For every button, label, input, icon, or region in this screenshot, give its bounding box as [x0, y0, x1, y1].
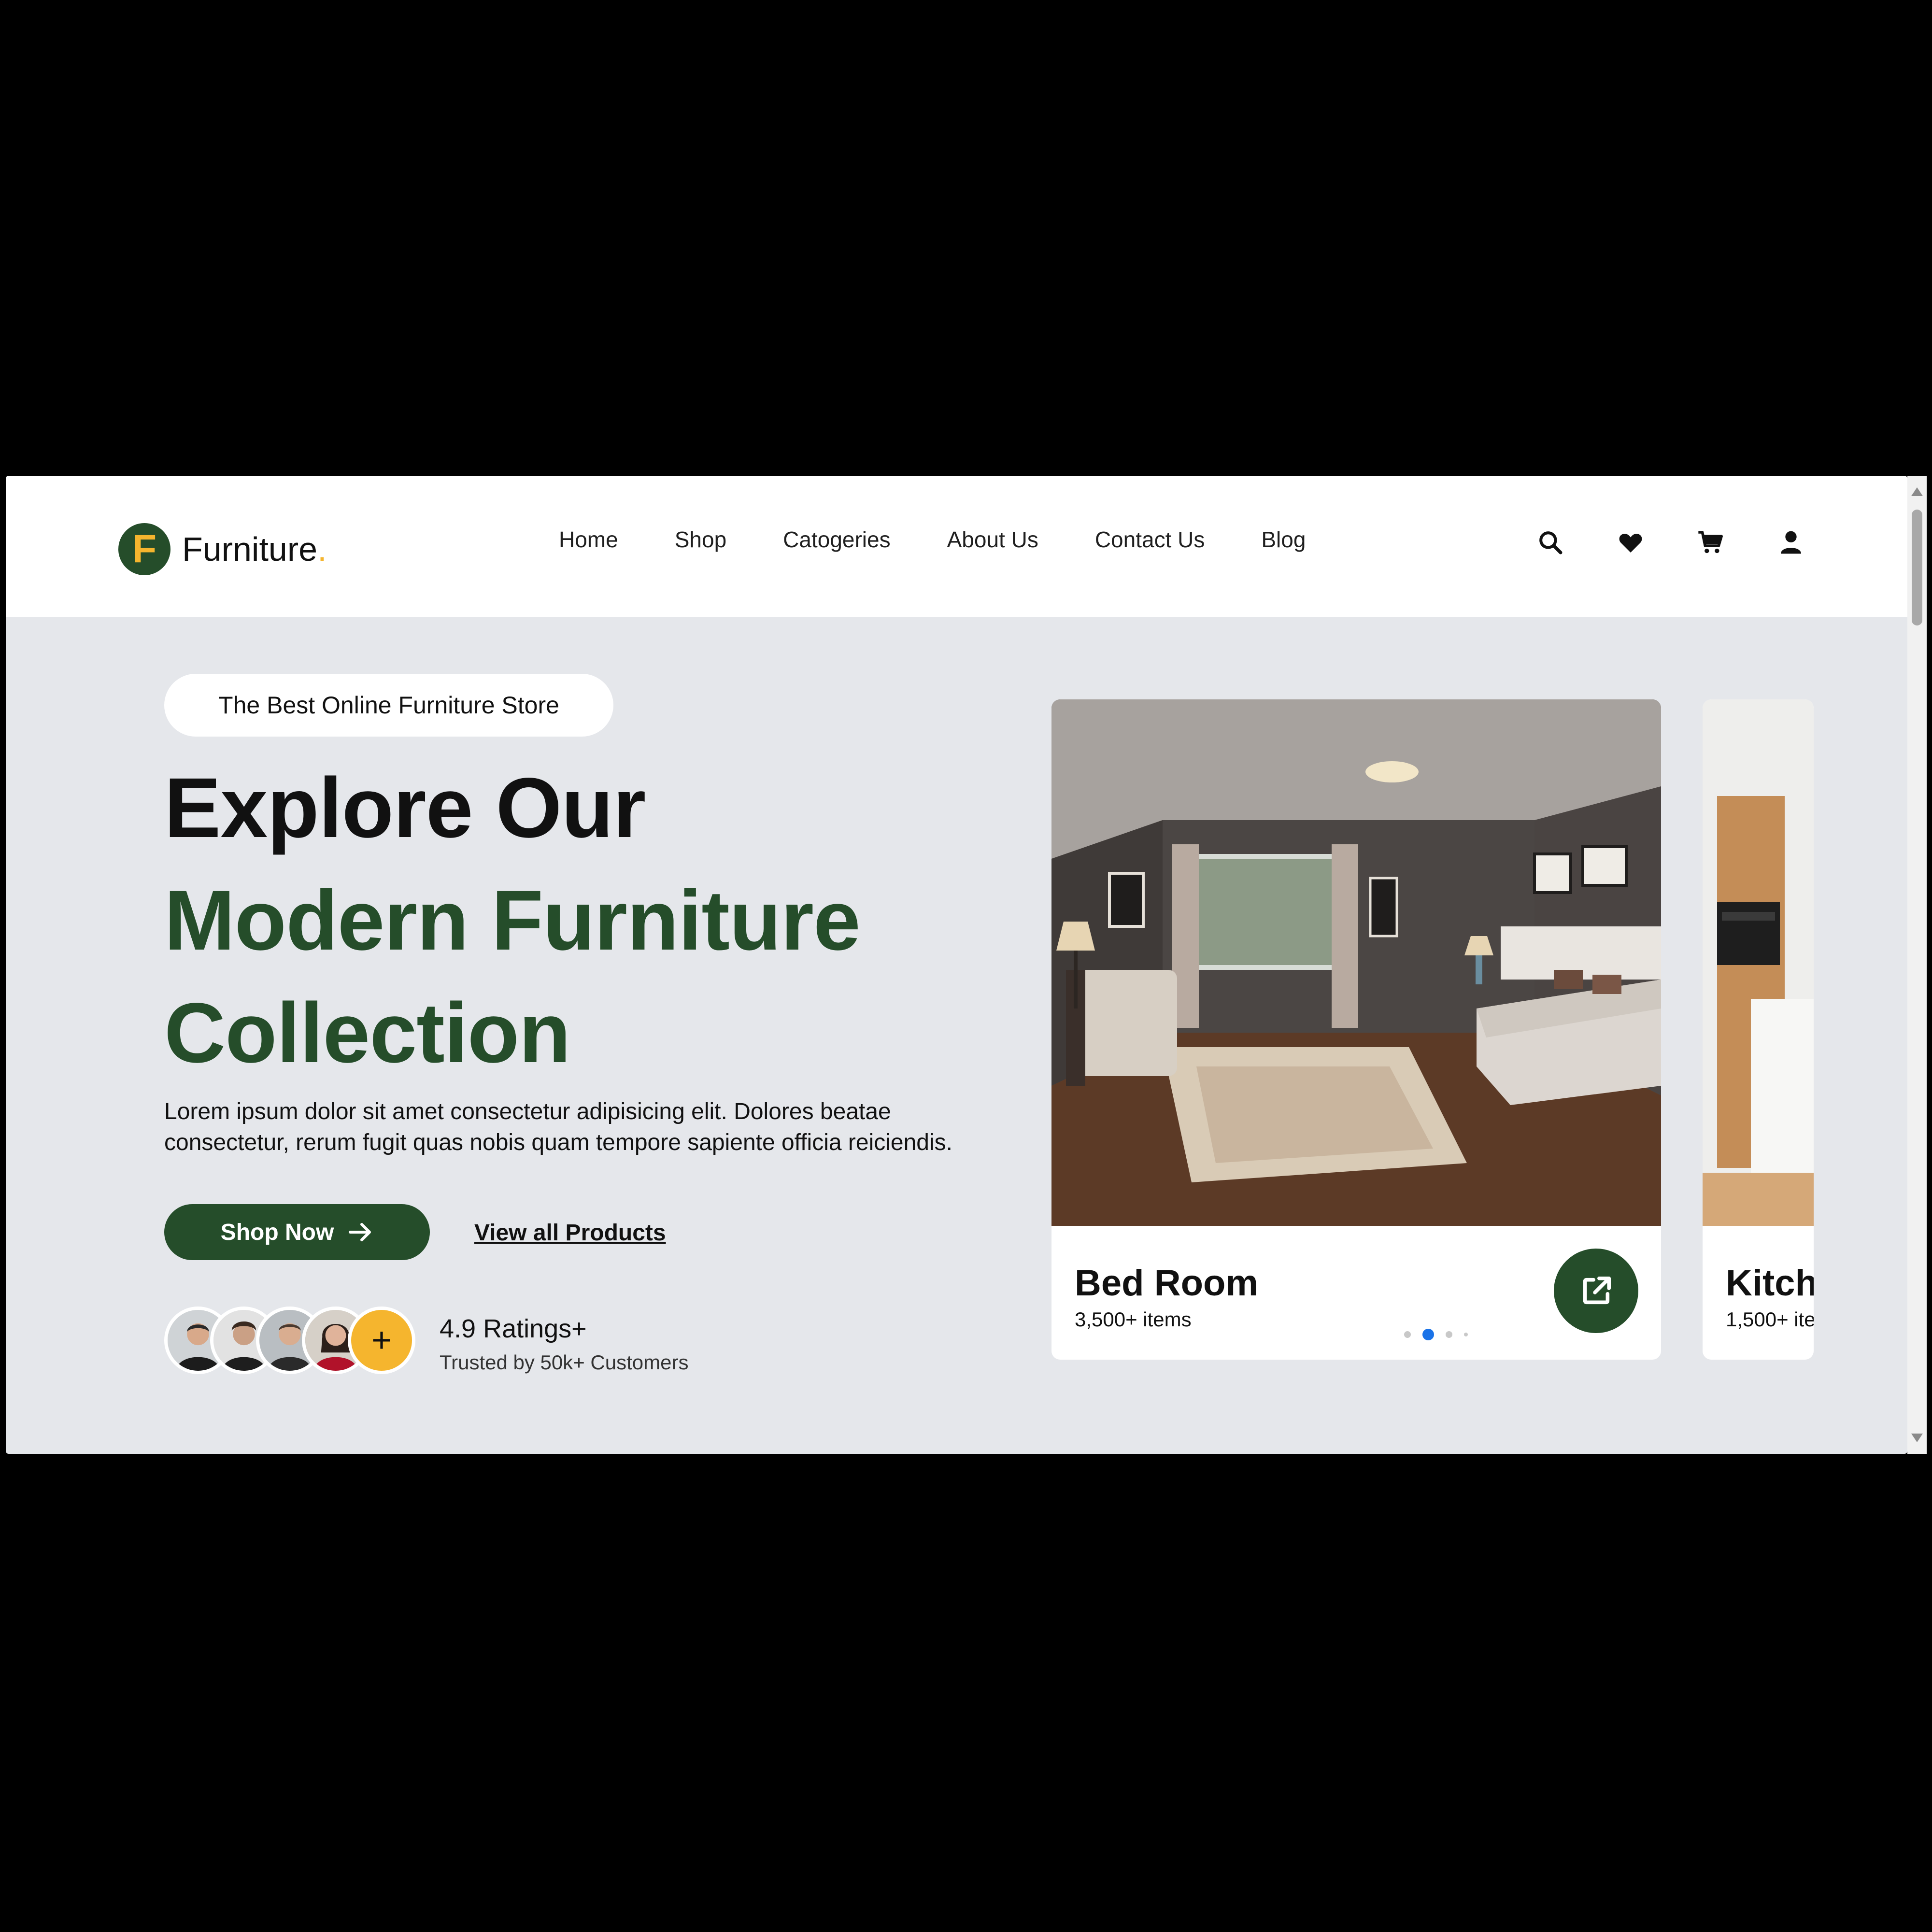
carousel-dot[interactable]	[1446, 1331, 1452, 1338]
header-icons	[1537, 529, 1804, 556]
scroll-down-arrow[interactable]	[1911, 1434, 1923, 1442]
hero-title-line2: Modern Furniture	[164, 873, 861, 968]
carousel-dot-active[interactable]	[1422, 1329, 1434, 1340]
card-title: Bed Room	[1075, 1263, 1258, 1304]
carousel-dot[interactable]	[1404, 1331, 1411, 1338]
nav-about[interactable]: About Us	[947, 526, 1038, 553]
rating-text: 4.9 Ratings+	[440, 1314, 587, 1343]
nav-contact[interactable]: Contact Us	[1095, 526, 1205, 553]
brand-name: Furniture	[182, 530, 318, 568]
heart-icon[interactable]	[1617, 529, 1644, 556]
carousel-dots	[1404, 1329, 1468, 1340]
card-open-button[interactable]	[1554, 1249, 1638, 1333]
scroll-up-arrow[interactable]	[1911, 487, 1923, 496]
site-header: F Furniture . Home Shop Catogeries About…	[6, 476, 1907, 617]
hero-badge: The Best Online Furniture Store	[164, 674, 613, 737]
kitchen-photo	[1703, 699, 1814, 1226]
nav-shop[interactable]: Shop	[675, 526, 726, 553]
trusted-text: Trusted by 50k+ Customers	[440, 1351, 689, 1374]
arrow-right-icon	[349, 1223, 371, 1241]
view-all-products-link[interactable]: View all Products	[474, 1220, 666, 1246]
category-card-kitchen[interactable]: Kitche 1,500+ ite	[1703, 699, 1814, 1360]
shop-now-label: Shop Now	[220, 1219, 334, 1245]
logo-mark: F	[118, 523, 170, 575]
brand-logo[interactable]: F Furniture .	[118, 521, 327, 577]
external-link-icon	[1583, 1276, 1611, 1304]
search-icon[interactable]	[1537, 529, 1564, 556]
browser-window: F Furniture . Home Shop Catogeries About…	[6, 476, 1907, 1454]
main-nav: Home Shop Catogeries About Us Contact Us…	[559, 526, 1306, 553]
more-customers-button[interactable]: +	[348, 1307, 415, 1374]
vertical-scrollbar[interactable]	[1907, 476, 1927, 1454]
nav-categories[interactable]: Catogeries	[783, 526, 890, 553]
nav-blog[interactable]: Blog	[1261, 526, 1306, 553]
user-icon[interactable]	[1777, 529, 1804, 556]
brand-dot: .	[317, 530, 327, 568]
card-count: 3,500+ items	[1075, 1308, 1192, 1331]
category-card-bedroom[interactable]: Bed Room 3,500+ items	[1051, 699, 1661, 1360]
carousel-dot[interactable]	[1464, 1333, 1468, 1336]
hero-title-line1: Explore Our	[164, 761, 646, 855]
nav-home[interactable]: Home	[559, 526, 618, 553]
shop-now-button[interactable]: Shop Now	[164, 1204, 430, 1260]
cart-icon[interactable]	[1697, 529, 1724, 556]
scroll-thumb[interactable]	[1912, 510, 1922, 625]
hero-description: Lorem ipsum dolor sit amet consectetur a…	[164, 1099, 952, 1155]
hero-title-line3: Collection	[164, 986, 571, 1080]
card-title: Kitche	[1726, 1263, 1814, 1304]
bedroom-photo	[1051, 699, 1661, 1226]
card-count: 1,500+ ite	[1726, 1308, 1814, 1331]
